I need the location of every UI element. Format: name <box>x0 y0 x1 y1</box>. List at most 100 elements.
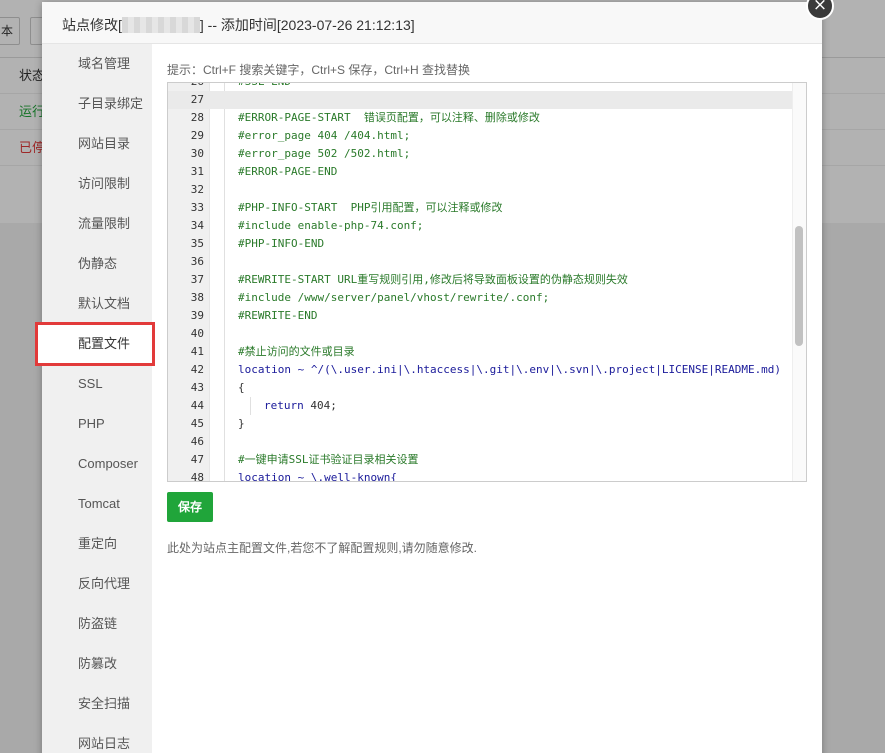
sidebar-item[interactable]: 流量限制 <box>42 204 152 244</box>
code-line[interactable]: 42 location ~ ^/(\.user.ini|\.htaccess|\.… <box>168 361 806 379</box>
line-number: 43 <box>190 381 204 394</box>
indent-guide <box>224 145 225 163</box>
sidebar-item[interactable]: Tomcat <box>42 484 152 524</box>
editor-scrollbar[interactable] <box>792 83 806 481</box>
code-line[interactable]: 37 #REWRITE-START URL重写规则引用,修改后将导致面板设置的伪静… <box>168 271 806 289</box>
sidebar-item[interactable]: 子目录绑定 <box>42 84 152 124</box>
config-warning-note: 此处为站点主配置文件,若您不了解配置规则,请勿随意修改. <box>167 541 478 555</box>
code-line[interactable]: 48 location ~ \.well-known{ <box>168 469 806 482</box>
sidebar-item[interactable]: 域名管理 <box>42 44 152 84</box>
code-line[interactable]: 28 #ERROR-PAGE-START 错误页配置，可以注释、删除或修改 <box>168 109 806 127</box>
line-code: #ERROR-PAGE-END <box>238 165 338 178</box>
code-line[interactable]: 47 #一键申请SSL证书验证目录相关设置 <box>168 451 806 469</box>
site-edit-modal: 站点修改[] -- 添加时间[2023-07-26 21:12:13] × 域名… <box>35 0 834 753</box>
indent-guide <box>224 379 225 397</box>
indent-guide <box>224 235 225 253</box>
indent-guide <box>224 307 225 325</box>
line-number: 44 <box>190 399 204 412</box>
indent-guide <box>224 163 225 181</box>
code-line[interactable]: 33 #PHP-INFO-START PHP引用配置，可以注释或修改 <box>168 199 806 217</box>
indent-guide <box>224 433 225 451</box>
sidebar-item[interactable]: 访问限制 <box>42 164 152 204</box>
code-line[interactable]: 26 #SSL-END <box>168 83 806 91</box>
code-line[interactable]: 34 #include enable-php-74.conf; <box>168 217 806 235</box>
sidebar-item[interactable]: 重定向 <box>42 524 152 564</box>
save-button[interactable]: 保存 <box>167 492 213 522</box>
editor-scrollbar-thumb[interactable] <box>795 226 803 346</box>
sidebar-item[interactable]: 防篡改 <box>42 644 152 684</box>
line-code: #REWRITE-END <box>238 309 318 322</box>
line-code: #禁止访问的文件或目录 <box>238 345 355 358</box>
line-code: #一键申请SSL证书验证目录相关设置 <box>238 453 419 466</box>
code-line[interactable]: 32 <box>168 181 806 199</box>
sidebar-item[interactable]: 防盗链 <box>42 604 152 644</box>
code-line[interactable]: 27 <box>168 91 806 109</box>
indent-guide <box>224 361 225 379</box>
code-line[interactable]: 35 #PHP-INFO-END <box>168 235 806 253</box>
config-file-editor[interactable]: 26 #SSL-END 27 28 #ERROR-PAGE-START 错误页配置，可以… <box>167 82 807 482</box>
code-line[interactable]: 41 #禁止访问的文件或目录 <box>168 343 806 361</box>
code-line[interactable]: 46 <box>168 433 806 451</box>
code-line[interactable]: 45} <box>168 415 806 433</box>
indent-guide <box>224 343 225 361</box>
code-line[interactable]: 43 { <box>168 379 806 397</box>
sidebar-item[interactable]: SSL <box>42 364 152 404</box>
line-code: location ~ \.well-known{ <box>238 469 397 482</box>
line-code: #PHP-INFO-END <box>238 237 325 250</box>
line-number: 41 <box>190 345 204 358</box>
modal-header: 站点修改[] -- 添加时间[2023-07-26 21:12:13] <box>42 2 822 44</box>
sidebar-item[interactable]: Composer <box>42 444 152 484</box>
code-line[interactable]: 30 #error_page 502 /502.html; <box>168 145 806 163</box>
line-number: 37 <box>190 273 204 286</box>
line-number: 31 <box>190 165 204 178</box>
sidebar-item[interactable]: 默认文档 <box>42 284 152 324</box>
code-line[interactable]: 31 #ERROR-PAGE-END <box>168 163 806 181</box>
code-line[interactable]: 36 <box>168 253 806 271</box>
line-code: #REWRITE-START URL重写规则引用,修改后将导致面板设置的伪静态规… <box>238 273 628 286</box>
indent-guide <box>224 109 225 127</box>
indent-guide <box>224 397 225 415</box>
indent-guide <box>224 289 225 307</box>
indent-guide <box>224 83 225 91</box>
line-number: 35 <box>190 237 204 250</box>
sidebar-item[interactable]: 反向代理 <box>42 564 152 604</box>
keyword: return <box>264 399 304 412</box>
code-line[interactable]: 39 #REWRITE-END <box>168 307 806 325</box>
keyword: location <box>238 363 291 376</box>
line-number: 40 <box>190 327 204 340</box>
indent-guide <box>224 325 225 343</box>
code-line[interactable]: 44 return 404; <box>168 397 806 415</box>
line-number: 45 <box>190 417 204 430</box>
sidebar-item[interactable]: 网站目录 <box>42 124 152 164</box>
line-number: 38 <box>190 291 204 304</box>
sidebar-item[interactable]: PHP <box>42 404 152 444</box>
line-code: #PHP-INFO-START PHP引用配置，可以注释或修改 <box>238 201 503 214</box>
indent-guide <box>224 253 225 271</box>
indent-guide <box>224 415 225 433</box>
line-number: 39 <box>190 309 204 322</box>
line-number: 28 <box>190 111 204 124</box>
indent-guide <box>224 127 225 145</box>
line-code: #ERROR-PAGE-START 错误页配置，可以注释、删除或修改 <box>238 111 540 124</box>
sidebar-item[interactable]: 伪静态 <box>42 244 152 284</box>
line-number: 36 <box>190 255 204 268</box>
line-number: 29 <box>190 129 204 142</box>
sidebar-item[interactable]: 安全扫描 <box>42 684 152 724</box>
code-line[interactable]: 38 #include /www/server/panel/vhost/rewri… <box>168 289 806 307</box>
keyword: location <box>238 471 291 482</box>
settings-side-nav: 域名管理 子目录绑定 网站目录 访问限制 流量限制 伪静态 默认文档 配置文件 SSL PHP Co… <box>35 44 155 753</box>
code-line[interactable]: 40 <box>168 325 806 343</box>
indent-guide <box>250 397 251 415</box>
sidebar-item[interactable]: 网站日志 <box>42 724 152 753</box>
line-number: 47 <box>190 453 204 466</box>
indent-guide <box>224 217 225 235</box>
line-number: 33 <box>190 201 204 214</box>
line-code: { <box>238 381 245 394</box>
modal-title-prefix: 站点修改[ <box>62 17 122 33</box>
sidebar-item[interactable]: 配置文件 <box>35 322 155 366</box>
code-line[interactable]: 29 #error_page 404 /404.html; <box>168 127 806 145</box>
line-code: #error_page 404 /404.html; <box>238 129 411 142</box>
line-number: 30 <box>190 147 204 160</box>
modal-title: 站点修改[] -- 添加时间[2023-07-26 21:12:13] <box>62 15 415 35</box>
line-code: #include /www/server/panel/vhost/rewrite… <box>238 291 550 304</box>
